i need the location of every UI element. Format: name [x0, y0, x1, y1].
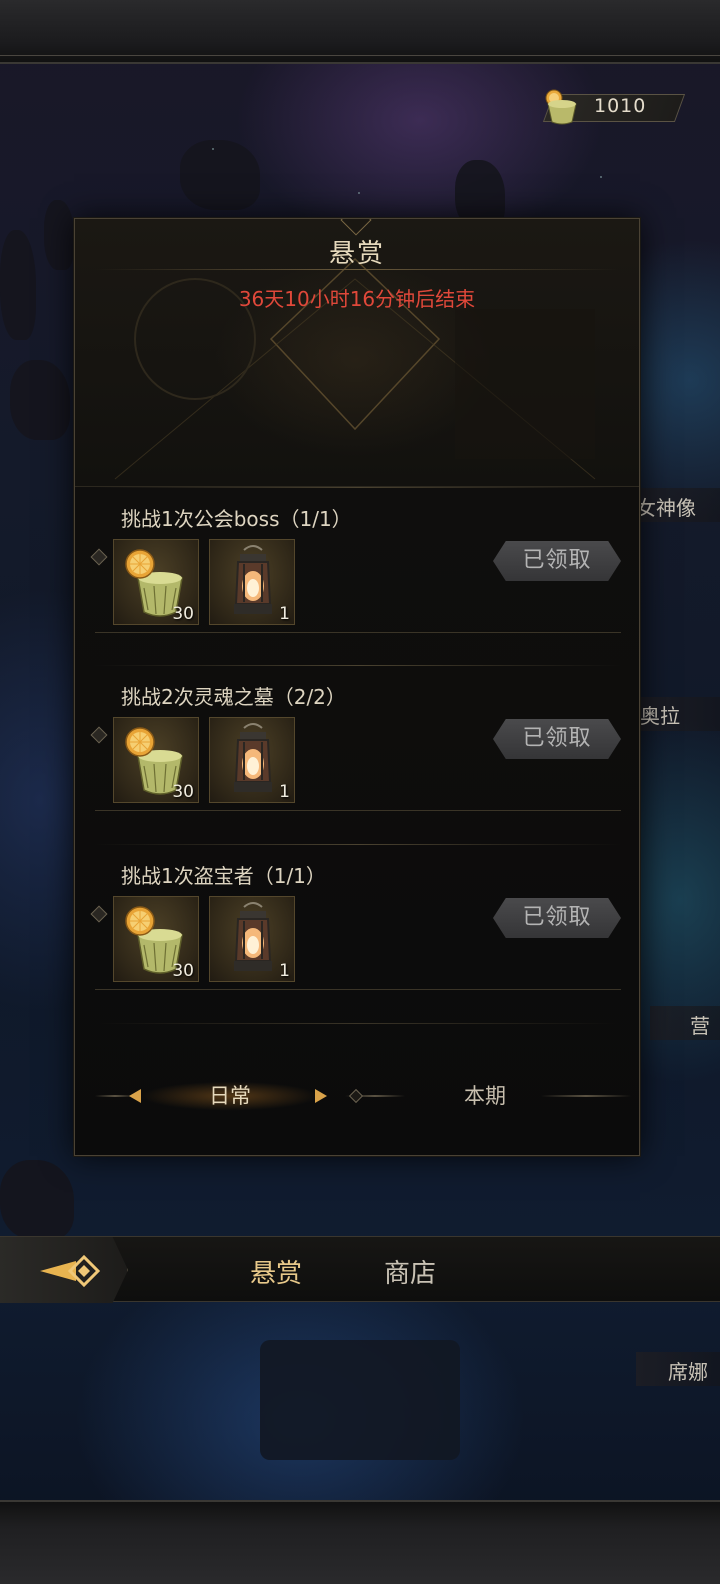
- diamond-icon: [90, 726, 108, 744]
- floating-rock: [0, 230, 36, 340]
- cup-icon: [545, 89, 577, 125]
- diamond-icon: [90, 548, 108, 566]
- tab-daily[interactable]: 日常: [125, 1079, 335, 1113]
- reward-slot[interactable]: 30: [113, 717, 199, 803]
- quest-row: 挑战2次灵魂之墓（2/2） 30 1 已领取: [90, 665, 621, 811]
- diamond-icon: [348, 1088, 364, 1104]
- floating-rock: [180, 140, 260, 210]
- bottom-nav: 悬赏 商店: [0, 1236, 720, 1303]
- reward-slot[interactable]: 30: [113, 539, 199, 625]
- list-end-divider: [95, 1023, 619, 1024]
- panel-header: 悬赏 36天10小时16分钟后结束: [75, 219, 639, 487]
- floating-rock: [0, 1160, 74, 1240]
- map-label-ola[interactable]: 奥拉: [640, 700, 680, 729]
- claimed-button[interactable]: 已领取: [493, 898, 621, 938]
- top-frame: [0, 0, 720, 64]
- back-button[interactable]: [0, 1237, 128, 1303]
- quest-row: 挑战1次盗宝者（1/1） 30 1 已领取: [90, 844, 621, 990]
- reward-count: 1: [279, 604, 290, 624]
- nav-tab-shop[interactable]: 商店: [384, 1253, 436, 1290]
- floating-rock: [10, 360, 70, 440]
- reward-count: 1: [279, 961, 290, 981]
- reward-slot[interactable]: 1: [209, 896, 295, 982]
- tab-rule: [541, 1095, 631, 1097]
- star: [600, 176, 602, 178]
- arrow-right-icon: [315, 1089, 327, 1103]
- quest-row: 挑战1次公会boss（1/1） 30 1 已领取: [90, 487, 621, 633]
- claimed-button[interactable]: 已领取: [493, 719, 621, 759]
- nav-tab-bounty[interactable]: 悬赏: [250, 1253, 302, 1290]
- star: [212, 148, 214, 150]
- period-tabs: 日常 本期: [75, 1079, 639, 1113]
- map-label-xina[interactable]: 席娜: [668, 1356, 708, 1385]
- bounty-panel: 悬赏 36天10小时16分钟后结束 挑战1次公会boss（1/1） 30 1 已…: [74, 218, 640, 1156]
- reward-slot[interactable]: 30: [113, 896, 199, 982]
- quest-title: 挑战1次盗宝者（1/1）: [121, 864, 326, 888]
- reward-count: 1: [279, 782, 290, 802]
- floating-rock: [44, 200, 74, 270]
- reward-slot[interactable]: 1: [209, 717, 295, 803]
- panel-title: 悬赏: [328, 239, 385, 269]
- map-label-goddess[interactable]: 女神像: [636, 492, 696, 521]
- reward-count: 30: [172, 782, 194, 802]
- bottom-frame: [0, 1500, 720, 1584]
- quest-title: 挑战1次公会boss（1/1）: [121, 507, 352, 531]
- diamond-icon: [90, 905, 108, 923]
- reward-count: 30: [172, 961, 194, 981]
- event-timer: 36天10小时16分钟后结束: [238, 287, 476, 311]
- claimed-button[interactable]: 已领取: [493, 541, 621, 581]
- reward-count: 30: [172, 604, 194, 624]
- back-arrow-icon: [40, 1254, 101, 1288]
- reward-slot[interactable]: 1: [209, 539, 295, 625]
- quest-title: 挑战2次灵魂之墓（2/2）: [121, 685, 346, 709]
- star: [358, 192, 360, 194]
- bridge-structure: [260, 1340, 460, 1460]
- title-divider: [95, 269, 619, 270]
- map-label-camp[interactable]: 营: [690, 1010, 710, 1039]
- currency-amount: 1010: [594, 95, 647, 117]
